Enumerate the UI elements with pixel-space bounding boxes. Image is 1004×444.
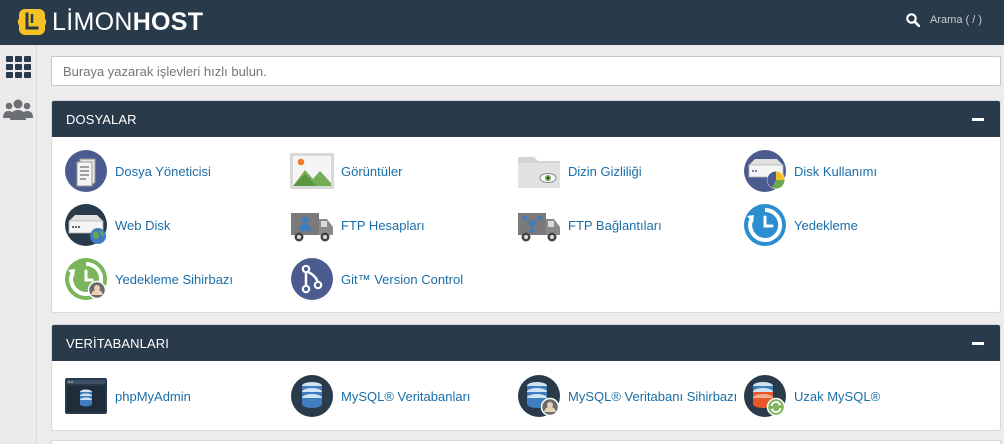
sidebar	[0, 45, 37, 444]
brand-name-part2: HOST	[132, 8, 204, 36]
search-shortcut-label[interactable]: Arama ( / )	[930, 14, 982, 26]
brand-logo[interactable]: LİMONHOST	[18, 7, 203, 37]
header-search[interactable]: Arama ( / )	[906, 13, 982, 27]
item-label[interactable]: phpMyAdmin	[115, 389, 191, 404]
item-label[interactable]: Uzak MySQL®	[794, 389, 880, 404]
next-panel	[51, 440, 1001, 444]
brand-name-part1: LİMON	[52, 8, 133, 36]
item-label[interactable]: FTP Hesapları	[341, 218, 425, 233]
quick-search-input[interactable]	[51, 56, 1001, 86]
item-label[interactable]: Dosya Yöneticisi	[115, 164, 211, 179]
item-remote-mysql[interactable]: Uzak MySQL®	[743, 374, 880, 418]
sidebar-item-tools[interactable]	[3, 52, 33, 82]
item-label[interactable]: Görüntüler	[341, 164, 402, 179]
item-disk-usage[interactable]: Disk Kullanımı	[743, 149, 877, 193]
item-label[interactable]: MySQL® Veritabanı Sihirbazı	[568, 389, 737, 404]
item-label[interactable]: Web Disk	[115, 218, 170, 233]
item-images[interactable]: Görüntüler	[290, 149, 402, 193]
remote-mysql-icon	[744, 375, 786, 417]
item-label[interactable]: Dizin Gizliliği	[568, 164, 642, 179]
images-icon	[290, 153, 334, 189]
item-label[interactable]: Yedekleme	[794, 218, 858, 233]
grid-icon	[5, 56, 31, 78]
item-web-disk[interactable]: Web Disk	[64, 203, 170, 247]
files-panel: DOSYALAR Dosya Yöneticisi Görüntüler Diz…	[51, 100, 1001, 313]
item-backup[interactable]: Yedekleme	[743, 203, 858, 247]
files-collapse-icon[interactable]	[972, 117, 984, 121]
item-ftp-connections[interactable]: FTP Bağlantıları	[517, 203, 662, 247]
directory-privacy-icon	[518, 157, 560, 188]
ftp-accounts-icon	[291, 213, 333, 242]
item-phpmyadmin[interactable]: phpMyAdmin	[64, 374, 191, 418]
backup-icon	[744, 204, 786, 246]
files-panel-title: DOSYALAR	[66, 111, 137, 127]
item-mysql-databases[interactable]: MySQL® Veritabanları	[290, 374, 471, 418]
item-label[interactable]: Git™ Version Control	[341, 272, 463, 287]
disk-usage-icon	[744, 150, 786, 192]
git-icon	[291, 258, 333, 300]
item-label[interactable]: Yedekleme Sihirbazı	[115, 272, 233, 287]
search-icon[interactable]	[906, 13, 921, 27]
phpmyadmin-icon	[65, 378, 107, 414]
users-icon	[3, 99, 33, 120]
item-label[interactable]: MySQL® Veritabanları	[341, 389, 471, 404]
files-panel-header[interactable]: DOSYALAR	[52, 101, 1000, 137]
item-file-manager[interactable]: Dosya Yöneticisi	[64, 149, 211, 193]
item-mysql-database-wizard[interactable]: MySQL® Veritabanı Sihirbazı	[517, 374, 737, 418]
lemon-logo-icon	[18, 9, 46, 35]
item-ftp-accounts[interactable]: FTP Hesapları	[290, 203, 425, 247]
sidebar-item-users[interactable]	[3, 95, 33, 125]
item-label[interactable]: Disk Kullanımı	[794, 164, 877, 179]
web-disk-icon	[65, 204, 107, 246]
backup-wizard-icon	[65, 258, 107, 300]
databases-panel: VERİTABANLARI phpMyAdmin MySQL® Veritaba…	[51, 324, 1001, 431]
mysql-wizard-icon	[518, 375, 560, 417]
databases-panel-title: VERİTABANLARI	[66, 335, 169, 351]
ftp-connections-icon	[518, 213, 560, 242]
item-label[interactable]: FTP Bağlantıları	[568, 218, 662, 233]
databases-collapse-icon[interactable]	[972, 341, 984, 345]
main-content: DOSYALAR Dosya Yöneticisi	[37, 45, 1004, 444]
item-git-version-control[interactable]: Git™ Version Control	[290, 257, 463, 301]
item-backup-wizard[interactable]: Yedekleme Sihirbazı	[64, 257, 233, 301]
databases-panel-header[interactable]: VERİTABANLARI	[52, 325, 1000, 361]
brand-name: LİMONHOST	[52, 7, 203, 37]
file-manager-icon	[65, 150, 107, 192]
top-bar: LİMONHOST Arama ( / )	[0, 0, 1004, 45]
item-directory-privacy[interactable]: Dizin Gizliliği	[517, 149, 642, 193]
mysql-databases-icon	[291, 375, 333, 417]
